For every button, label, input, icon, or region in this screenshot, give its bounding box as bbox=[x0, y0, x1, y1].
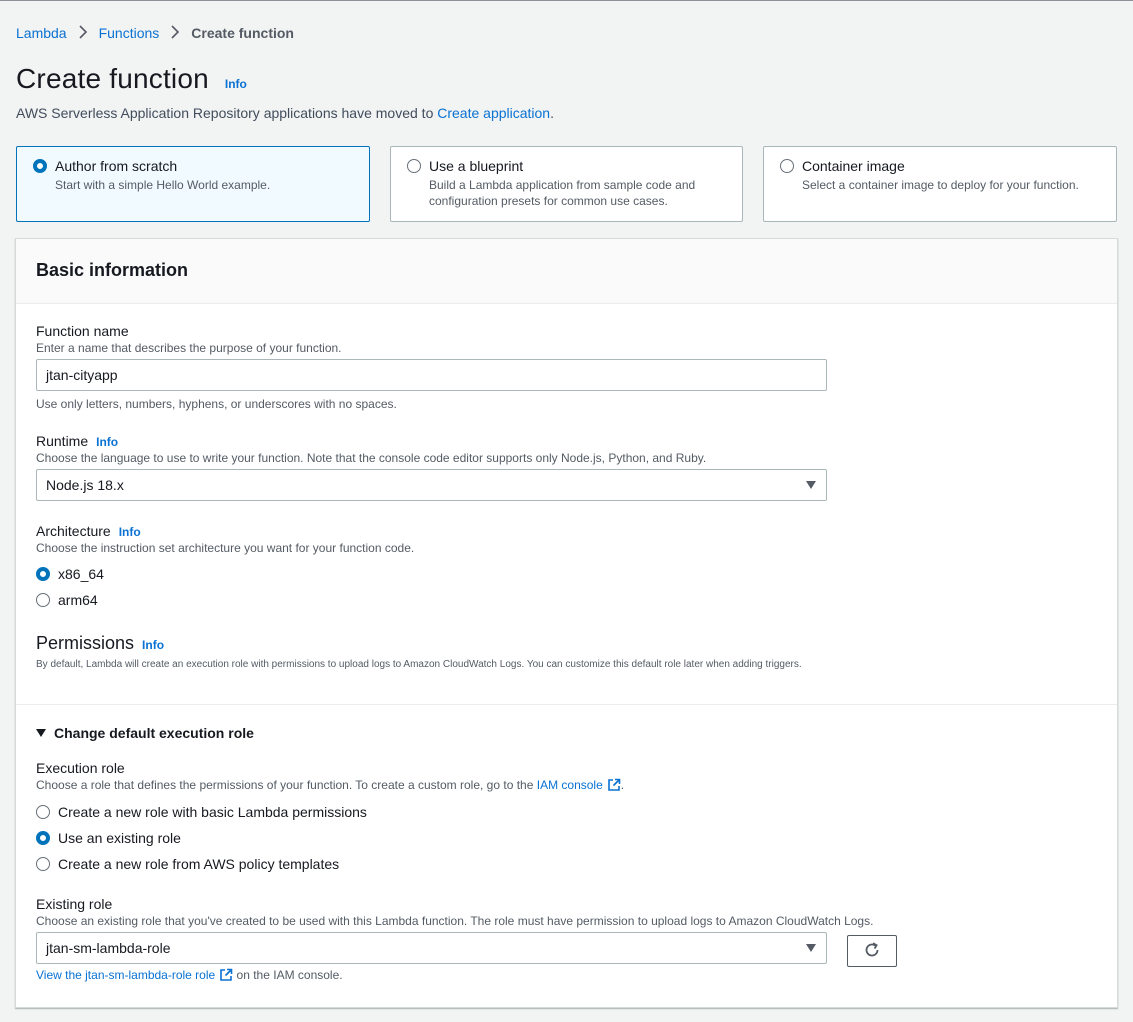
function-name-value: jtan-cityapp bbox=[46, 367, 118, 383]
radio-policy-templates[interactable] bbox=[36, 857, 50, 871]
architecture-label: Architecture Info bbox=[36, 523, 414, 539]
architecture-info-link[interactable]: Info bbox=[119, 525, 141, 539]
panel-header: Basic information bbox=[16, 239, 1117, 304]
architecture-option-arm64[interactable]: arm64 bbox=[36, 587, 414, 613]
breadcrumb-lambda-link[interactable]: Lambda bbox=[16, 25, 67, 41]
radio-new-basic-role[interactable] bbox=[36, 805, 50, 819]
permissions-desc: By default, Lambda will create an execut… bbox=[36, 659, 802, 670]
page-info-link[interactable]: Info bbox=[225, 77, 247, 91]
option-title: Author from scratch bbox=[55, 158, 178, 174]
radio-x86-64[interactable] bbox=[36, 567, 50, 581]
divider bbox=[16, 704, 1117, 705]
radio-label: Create a new role from AWS policy templa… bbox=[58, 856, 340, 872]
page-title: Create function bbox=[16, 63, 209, 94]
function-name-input[interactable]: jtan-cityapp bbox=[36, 359, 827, 391]
caret-down-icon bbox=[806, 481, 816, 489]
refresh-icon bbox=[863, 941, 881, 962]
execution-role-desc: Choose a role that defines the permissio… bbox=[36, 778, 624, 795]
permissions-header: Permissions Info bbox=[36, 633, 802, 654]
expand-label: Change default execution role bbox=[54, 725, 254, 741]
architecture-option-x86[interactable]: x86_64 bbox=[36, 561, 414, 587]
chevron-right-icon bbox=[67, 24, 99, 42]
subtitle-end: . bbox=[550, 105, 554, 121]
architecture-field: Architecture Info Choose the instruction … bbox=[36, 523, 414, 613]
existing-role-hint: View the jtan-sm-lambda-role role on the… bbox=[36, 968, 873, 985]
caret-down-icon bbox=[36, 729, 46, 737]
runtime-value: Node.js 18.x bbox=[46, 477, 124, 493]
permissions-section: Permissions Info By default, Lambda will … bbox=[36, 633, 802, 670]
breadcrumb-functions-link[interactable]: Functions bbox=[99, 25, 160, 41]
radio-label: arm64 bbox=[58, 592, 98, 608]
function-name-label: Function name bbox=[36, 323, 129, 339]
radio-container-image[interactable] bbox=[780, 159, 794, 173]
external-link-icon[interactable] bbox=[607, 778, 621, 795]
radio-label: Use an existing role bbox=[58, 830, 181, 846]
refresh-button[interactable] bbox=[847, 935, 897, 967]
execution-role-option-new-basic[interactable]: Create a new role with basic Lambda perm… bbox=[36, 799, 624, 825]
chevron-right-icon bbox=[159, 24, 191, 42]
caret-down-icon bbox=[806, 944, 816, 952]
radio-label: x86_64 bbox=[58, 566, 104, 582]
execution-role-label: Execution role bbox=[36, 760, 125, 776]
basic-information-panel: Basic information Function name Enter a … bbox=[15, 238, 1118, 1008]
option-container-image[interactable]: Container image Select a container image… bbox=[763, 146, 1117, 222]
option-title: Container image bbox=[802, 158, 905, 174]
option-desc: Start with a simple Hello World example. bbox=[55, 178, 271, 192]
existing-role-label: Existing role bbox=[36, 896, 113, 912]
option-title: Use a blueprint bbox=[429, 158, 524, 174]
execution-role-option-existing[interactable]: Use an existing role bbox=[36, 825, 624, 851]
function-name-field: Function name Enter a name that describe… bbox=[36, 323, 827, 411]
radio-existing-role[interactable] bbox=[36, 831, 50, 845]
function-name-hint: Use only letters, numbers, hyphens, or u… bbox=[36, 397, 397, 411]
execution-role-desc-text: Choose a role that defines the permissio… bbox=[36, 778, 534, 792]
view-role-link[interactable]: View the jtan-sm-lambda-role role bbox=[36, 968, 215, 982]
runtime-select[interactable]: Node.js 18.x bbox=[36, 469, 827, 501]
page-subtitle: AWS Serverless Application Repository ap… bbox=[16, 105, 554, 121]
execution-role-field: Execution role Choose a role that define… bbox=[36, 760, 624, 877]
function-name-desc: Enter a name that describes the purpose … bbox=[36, 341, 342, 355]
iam-console-link[interactable]: IAM console bbox=[537, 778, 603, 792]
runtime-label-text: Runtime bbox=[36, 433, 89, 449]
permissions-title: Permissions bbox=[36, 633, 135, 653]
option-author-from-scratch[interactable]: Author from scratch Start with a simple … bbox=[16, 146, 370, 222]
existing-role-field: Existing role Choose an existing role th… bbox=[36, 896, 873, 985]
option-desc: Build a Lambda application from sample c… bbox=[429, 178, 696, 208]
existing-role-value: jtan-sm-lambda-role bbox=[46, 940, 171, 956]
architecture-label-text: Architecture bbox=[36, 523, 111, 539]
execution-role-desc-end: . bbox=[620, 778, 625, 792]
expand-toggle[interactable]: Change default execution role bbox=[36, 725, 254, 741]
radio-label: Create a new role with basic Lambda perm… bbox=[58, 804, 367, 820]
permissions-info-link[interactable]: Info bbox=[142, 638, 164, 652]
subtitle-text: AWS Serverless Application Repository ap… bbox=[16, 105, 434, 121]
radio-use-a-blueprint[interactable] bbox=[407, 159, 421, 173]
view-role-end: on the IAM console. bbox=[236, 968, 343, 982]
radio-author-from-scratch[interactable] bbox=[33, 159, 47, 173]
execution-role-option-templates[interactable]: Create a new role from AWS policy templa… bbox=[36, 851, 624, 877]
option-desc: Select a container image to deploy for y… bbox=[802, 178, 1079, 192]
existing-role-select[interactable]: jtan-sm-lambda-role bbox=[36, 932, 827, 964]
existing-role-desc: Choose an existing role that you've crea… bbox=[36, 914, 874, 928]
option-use-a-blueprint[interactable]: Use a blueprint Build a Lambda applicati… bbox=[390, 146, 743, 222]
breadcrumb: Lambda Functions Create function bbox=[16, 23, 294, 43]
runtime-label: Runtime Info bbox=[36, 433, 827, 449]
page-header: Create function Info bbox=[16, 63, 247, 95]
runtime-field: Runtime Info Choose the language to use t… bbox=[36, 433, 827, 501]
create-application-link[interactable]: Create application bbox=[437, 105, 550, 121]
external-link-icon[interactable] bbox=[219, 968, 233, 985]
panel-title: Basic information bbox=[36, 260, 189, 280]
architecture-desc: Choose the instruction set architecture … bbox=[36, 541, 415, 555]
runtime-info-link[interactable]: Info bbox=[96, 435, 118, 449]
change-default-execution-role[interactable]: Change default execution role bbox=[36, 725, 254, 741]
runtime-desc: Choose the language to use to write your… bbox=[36, 451, 707, 465]
radio-arm64[interactable] bbox=[36, 593, 50, 607]
breadcrumb-current: Create function bbox=[191, 25, 294, 41]
